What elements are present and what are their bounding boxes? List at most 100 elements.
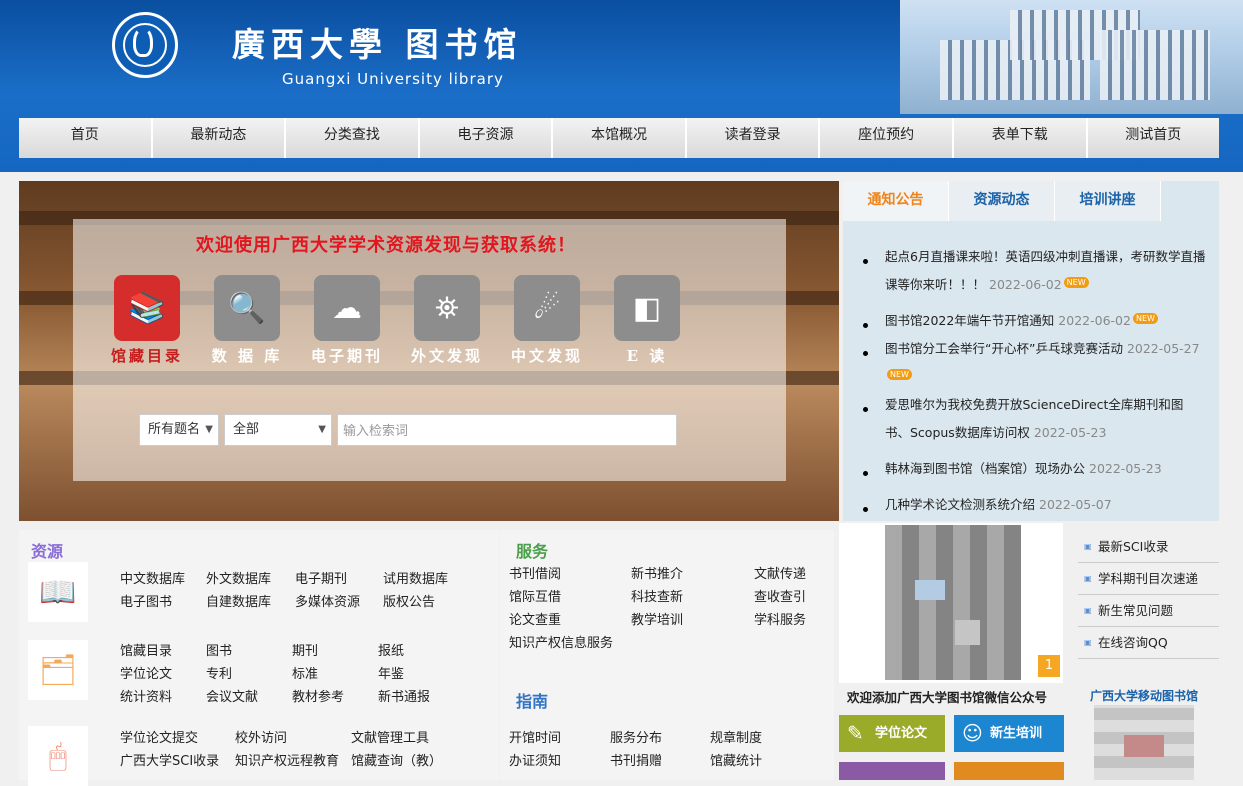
- nav-forms-download[interactable]: 表单下载: [954, 118, 1088, 158]
- news-title[interactable]: 图书馆分工会举行“开心杯”乒乓球竞赛活动: [885, 341, 1123, 356]
- news-item[interactable]: 几种学术论文检测系统介绍 2022-05-07: [863, 491, 1208, 519]
- nav-latest-news[interactable]: 最新动态: [153, 118, 287, 158]
- service-link[interactable]: 文献传递: [754, 563, 806, 582]
- mouse-icon: 🖱: [28, 726, 88, 786]
- e-read-icon: ◧: [632, 290, 662, 326]
- resource-link[interactable]: 外文数据库: [206, 568, 295, 587]
- eread-label[interactable]: E 读: [602, 345, 692, 366]
- resource-link[interactable]: 多媒体资源: [295, 591, 383, 610]
- news-item[interactable]: 爱思唯尔为我校免费开放ScienceDirect全库期刊和图书、Scopus数据…: [863, 391, 1208, 447]
- resource-link[interactable]: 试用数据库: [383, 568, 448, 587]
- mobile-library-title[interactable]: 广西大学移动图书馆: [1090, 687, 1198, 704]
- service-link[interactable]: 教学培训: [631, 609, 683, 628]
- link-latest-sci[interactable]: 最新SCI收录: [1078, 531, 1219, 563]
- foreign-discovery-label[interactable]: 外文发现: [402, 345, 492, 366]
- resource-link[interactable]: 学位论文: [120, 663, 206, 682]
- resource-link[interactable]: 标准: [292, 663, 378, 682]
- link-freshman-faq[interactable]: 新生常见问题: [1078, 595, 1219, 627]
- service-link[interactable]: 新书推介: [631, 563, 683, 582]
- chinese-discovery-label[interactable]: 中文发现: [502, 345, 592, 366]
- thesis-button[interactable]: ✎ 学位论文: [839, 715, 945, 752]
- tab-notices[interactable]: 通知公告: [843, 181, 949, 221]
- nav-e-resources[interactable]: 电子资源: [420, 118, 554, 158]
- service-link[interactable]: 馆际互借: [509, 586, 561, 605]
- resource-link[interactable]: 版权公告: [383, 591, 435, 610]
- news-item[interactable]: 起点6月直播课来啦！英语四级冲刺直播课，考研数学直播课等你来听！！！ 2022-…: [863, 243, 1208, 299]
- resource-link[interactable]: 学位论文提交: [120, 727, 235, 746]
- new-badge: NEW: [887, 369, 912, 380]
- nav-about[interactable]: 本馆概况: [553, 118, 687, 158]
- service-link[interactable]: 知识产权信息服务: [509, 632, 613, 651]
- resource-link[interactable]: 教材参考: [292, 686, 378, 705]
- resource-link[interactable]: 期刊: [292, 640, 378, 659]
- guide-link[interactable]: 开馆时间: [509, 727, 561, 746]
- ejournal-tile[interactable]: ☁: [314, 275, 380, 341]
- tab-resource-news[interactable]: 资源动态: [949, 181, 1055, 221]
- resource-link[interactable]: 会议文献: [206, 686, 292, 705]
- resource-link[interactable]: 中文数据库: [120, 568, 206, 587]
- chinese-discovery-tile[interactable]: ☄: [514, 275, 580, 341]
- guide-link[interactable]: 馆藏统计: [710, 750, 762, 769]
- more-button-partial[interactable]: [954, 762, 1064, 780]
- ejournal-label[interactable]: 电子期刊: [302, 345, 392, 366]
- catalog-tile[interactable]: 📚: [114, 275, 180, 341]
- freshman-training-button[interactable]: ☺ 新生培训: [954, 715, 1064, 752]
- resource-link[interactable]: 馆藏查询（教）: [351, 750, 442, 769]
- service-link[interactable]: 科技查新: [631, 586, 683, 605]
- resource-link[interactable]: 统计资料: [120, 686, 206, 705]
- guide-link[interactable]: 服务分布: [610, 727, 662, 746]
- field-select[interactable]: 所有题名 ▼: [139, 414, 219, 446]
- resource-link[interactable]: 知识产权远程教育: [235, 750, 351, 769]
- resource-link[interactable]: 年鉴: [378, 663, 404, 682]
- more-button-partial[interactable]: [839, 762, 945, 780]
- resource-link[interactable]: 文献管理工具: [351, 727, 429, 746]
- new-badge: NEW: [1132, 313, 1158, 324]
- resource-link[interactable]: 广西大学SCI收录: [120, 750, 235, 769]
- resource-link[interactable]: 专利: [206, 663, 292, 682]
- news-list: 起点6月直播课来啦！英语四级冲刺直播课，考研数学直播课等你来听！！！ 2022-…: [863, 243, 1208, 519]
- resource-link[interactable]: 校外访问: [235, 727, 351, 746]
- database-label[interactable]: 数 据 库: [202, 345, 292, 366]
- scope-select[interactable]: 全部 ▼: [224, 414, 332, 446]
- service-link[interactable]: 论文查重: [509, 609, 561, 628]
- resource-link[interactable]: 电子期刊: [295, 568, 383, 587]
- services-section: 服务 书刊借阅 新书推介 文献传递 馆际互借 科技查新 查收查引 论文查重 教学…: [500, 530, 834, 780]
- university-logo[interactable]: [112, 12, 178, 78]
- news-date: 2022-06-02: [1058, 313, 1131, 328]
- resource-row: 中文数据库 外文数据库 电子期刊 试用数据库: [120, 568, 448, 587]
- nav-reader-login[interactable]: 读者登录: [687, 118, 821, 158]
- resource-link[interactable]: 自建数据库: [206, 591, 295, 610]
- resource-link[interactable]: 馆藏目录: [120, 640, 206, 659]
- news-item[interactable]: 图书馆分工会举行“开心杯”乒乓球竞赛活动 2022-05-27 NEW: [863, 335, 1208, 391]
- service-link[interactable]: 学科服务: [754, 609, 806, 628]
- catalog-label[interactable]: 馆藏目录: [102, 345, 192, 366]
- news-title[interactable]: 韩林海到图书馆（档案馆）现场办公: [885, 461, 1085, 476]
- foreign-discovery-tile[interactable]: ⛯: [414, 275, 480, 341]
- resource-link[interactable]: 报纸: [378, 640, 404, 659]
- nav-home[interactable]: 首页: [19, 118, 153, 158]
- database-tile[interactable]: 🔍: [214, 275, 280, 341]
- news-title[interactable]: 几种学术论文检测系统介绍: [885, 497, 1035, 512]
- resource-link[interactable]: 电子图书: [120, 591, 206, 610]
- guide-link[interactable]: 规章制度: [710, 727, 762, 746]
- eread-tile[interactable]: ◧: [614, 275, 680, 341]
- resource-row: 馆藏目录 图书 期刊 报纸: [120, 640, 404, 659]
- service-link[interactable]: 书刊借阅: [509, 563, 561, 582]
- news-title[interactable]: 图书馆2022年端午节开馆通知: [885, 313, 1054, 328]
- search-input[interactable]: [337, 414, 677, 446]
- tab-training[interactable]: 培训讲座: [1055, 181, 1161, 221]
- nav-category-search[interactable]: 分类查找: [286, 118, 420, 158]
- qr-blot: [1124, 735, 1164, 757]
- nav-seat-booking[interactable]: 座位预约: [820, 118, 954, 158]
- service-link[interactable]: 查收查引: [754, 586, 806, 605]
- link-journal-toc[interactable]: 学科期刊目次速递: [1078, 563, 1219, 595]
- news-panel: 通知公告 资源动态 培训讲座 起点6月直播课来啦！英语四级冲刺直播课，考研数学直…: [843, 181, 1219, 521]
- link-online-qq[interactable]: 在线咨询QQ: [1078, 627, 1219, 659]
- resource-link[interactable]: 图书: [206, 640, 292, 659]
- guide-link[interactable]: 书刊捐赠: [610, 750, 662, 769]
- resource-link[interactable]: 新书通报: [378, 686, 430, 705]
- news-item[interactable]: 图书馆2022年端午节开馆通知 2022-06-02 NEW: [863, 307, 1208, 335]
- news-item[interactable]: 韩林海到图书馆（档案馆）现场办公 2022-05-23: [863, 455, 1208, 483]
- nav-test-home[interactable]: 测试首页: [1088, 118, 1220, 158]
- guide-link[interactable]: 办证须知: [509, 750, 561, 769]
